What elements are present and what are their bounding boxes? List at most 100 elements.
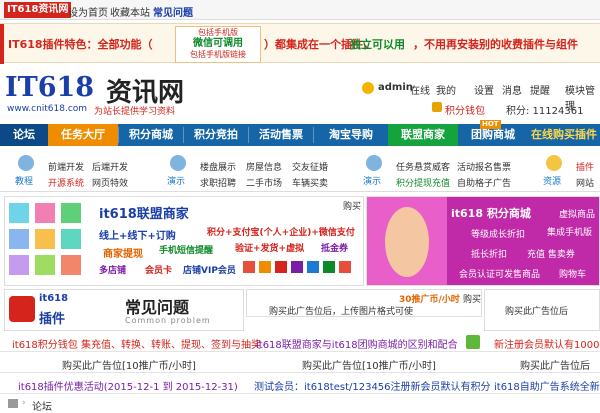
sub-property[interactable]: 楼盘展示 xyxy=(200,160,236,173)
sub-secondhand[interactable]: 二手市场 xyxy=(246,176,282,189)
sub-website[interactable]: 网站 xyxy=(576,176,594,189)
info-row-3: it618插件优惠活动(2015-12-1 到 2015-12-31) 测试会员… xyxy=(0,374,600,394)
ad-slot-1[interactable]: 30推广币/小时 购买 购买此广告位后，上传图片格式可使 xyxy=(246,289,482,317)
alliance-withdraw: 商家提现 xyxy=(103,249,143,260)
row3-col3[interactable]: it618自助广告系统全新 xyxy=(494,378,600,393)
tutorial-label[interactable]: 教程 xyxy=(15,174,33,187)
promo-wechat: 微信可调用 xyxy=(193,38,243,49)
breadcrumb-sep: › xyxy=(22,398,26,408)
faq-box[interactable]: it618 插件 常见问题 Common problem xyxy=(4,289,244,331)
sub-backend[interactable]: 后端开发 xyxy=(92,160,128,173)
nav-alliance[interactable]: 联盟商家 xyxy=(388,124,458,146)
points-display[interactable]: 积分: 11124361 xyxy=(506,102,583,117)
set-homepage-link[interactable]: 设为首页 xyxy=(68,4,108,19)
mall-item-virtual: 虚拟商品 xyxy=(559,210,596,220)
row2-col3[interactable]: 购买此广告位后 xyxy=(520,357,590,372)
nav-points-auction[interactable]: 积分竞拍 xyxy=(184,124,248,146)
my-menu[interactable]: 我的 xyxy=(436,82,456,97)
resource-label[interactable]: 资源 xyxy=(543,174,561,187)
points-mall-banner[interactable]: it618 积分商城 虚拟商品 等级成长折扣 集成手机版 抵长折扣 充值 售卖券… xyxy=(366,196,600,286)
faq-title: 常见问题 xyxy=(125,298,190,317)
ad-slot-2-text[interactable]: 购买此广告位后 xyxy=(505,304,568,317)
demo-label[interactable]: 演示 xyxy=(167,174,185,187)
site-url: www.cnit618.com xyxy=(7,104,88,114)
sub-frontend[interactable]: 前端开发 xyxy=(48,160,84,173)
info-row-2: 购买此广告位[10推广币/小时] 购买此广告位[10推广币/小时] 购买此广告位… xyxy=(0,353,600,373)
wallet-icon xyxy=(432,102,442,112)
demo2-label[interactable]: 演示 xyxy=(363,174,381,187)
user-avatar-icon xyxy=(362,82,374,94)
breadcrumb-forum[interactable]: 论坛 xyxy=(32,398,52,413)
sub-plugins[interactable]: 插件 xyxy=(576,160,594,173)
alliance-card: 会员卡 xyxy=(145,266,173,276)
promo-mobile-box: 包括手机版 微信可调用 包括手机版链接 xyxy=(175,26,261,63)
alliance-pay: 积分+支付宝(个人+企业)+微信支付 xyxy=(207,228,355,238)
sub-house[interactable]: 房屋信息 xyxy=(246,160,282,173)
site-header: IT618 资讯网 www.cnit618.com 为站长提供学习资料 admi… xyxy=(0,66,600,122)
resource-icon xyxy=(546,155,562,171)
nav-ticketing[interactable]: 活动售票 xyxy=(249,124,313,146)
alerts-menu[interactable]: 提醒 xyxy=(530,82,550,97)
sub-nav: 教程 前端开发 后端开发 开源系统 网页特效 演示 楼盘展示 房屋信息 交友征婚… xyxy=(0,150,600,192)
partner-icon xyxy=(466,335,480,349)
alliance-sms: 手机短信提醒 xyxy=(159,246,214,256)
logo-en[interactable]: IT618 xyxy=(5,72,94,103)
nav-taobao[interactable]: 淘宝导购 xyxy=(314,124,388,146)
wallet-link[interactable]: 积分钱包 xyxy=(445,102,485,117)
alliance-verify: 验证+发货+虚拟 xyxy=(235,244,305,254)
info-row-1: it618积分钱包 集充值、转换、转账、提现、签到与抽奖 it618联盟商家与i… xyxy=(0,332,600,352)
question-mark-icon xyxy=(9,296,35,322)
alliance-multishop: 多店铺 xyxy=(99,266,127,276)
demo2-icon xyxy=(366,155,382,171)
alliance-online: 线上+线下+订购 xyxy=(99,231,176,242)
nav-buy-plugin[interactable]: 在线购买插件 xyxy=(528,124,600,146)
sub-bounty[interactable]: 任务悬赏威客 xyxy=(396,160,450,173)
demo-icon xyxy=(170,155,186,171)
bookmark-link[interactable]: 收藏本站 xyxy=(110,4,150,19)
sub-effects[interactable]: 网页特效 xyxy=(92,176,128,189)
site-slogan: 为站长提供学习资料 xyxy=(94,107,176,117)
faq-logo: it618 xyxy=(39,293,69,304)
row3-col2[interactable]: 测试会员：it618test/123456注册新会员默认有积分 xyxy=(254,378,491,393)
ad-buy[interactable]: 购买 xyxy=(463,292,481,305)
username[interactable]: admin xyxy=(378,82,413,93)
main-nav: 论坛 任务大厅 积分商城 积分竞拍 活动售票 淘宝导购 联盟商家 团购商城 HO… xyxy=(0,120,600,146)
alliance-buy[interactable]: 购买 xyxy=(343,199,361,212)
breadcrumb: › 论坛 xyxy=(0,396,600,413)
sub-cars[interactable]: 车辆买卖 xyxy=(292,176,328,189)
top-logo[interactable]: IT618资讯网 xyxy=(4,2,72,18)
promo-box-bottom: 包括手机版链接 xyxy=(190,50,246,59)
row1-col1[interactable]: it618积分钱包 集充值、转换、转账、提现、签到与抽奖 xyxy=(12,336,261,351)
promo-accent xyxy=(0,24,4,64)
alliance-title: it618联盟商家 xyxy=(99,207,189,222)
sub-dating[interactable]: 交友征婚 xyxy=(292,160,328,173)
sub-opensource[interactable]: 开源系统 xyxy=(48,176,84,189)
ad-slot-2[interactable]: 购买此广告位后 xyxy=(484,289,600,331)
mall-item-grade: 等级成长折扣 xyxy=(471,230,526,240)
row1-col3[interactable]: 新注册会员默认有1000抵 xyxy=(494,336,600,351)
row2-col1[interactable]: 购买此广告位[10推广币/小时] xyxy=(62,357,196,372)
online-status: 在线 xyxy=(410,86,430,97)
row3-col1[interactable]: it618插件优惠活动(2015-12-1 到 2015-12-31) xyxy=(18,378,238,393)
nav-points-mall[interactable]: 积分商城 xyxy=(119,124,183,146)
sub-jobs[interactable]: 求职招聘 xyxy=(200,176,236,189)
messages-link[interactable]: 消息 xyxy=(502,82,522,97)
mall-face xyxy=(385,207,429,277)
faq-link[interactable]: 常见问题 xyxy=(153,4,193,19)
faq-logo2: 插件 xyxy=(39,312,66,327)
alliance-vip: 店铺VIP会员 xyxy=(183,266,236,276)
tutorial-icon xyxy=(18,155,34,171)
mall-item-recharge: 充值 售卖券 xyxy=(527,250,575,260)
sub-grid-ad[interactable]: 自助格子广告 xyxy=(457,176,511,189)
sub-event[interactable]: 活动报名售票 xyxy=(457,160,511,173)
promo-banner[interactable]: IT618插件特色：全部功能（ 包括手机版 微信可调用 包括手机版链接 ）都集成… xyxy=(0,23,600,64)
settings-link[interactable]: 设置 xyxy=(474,82,494,97)
nav-forum[interactable]: 论坛 xyxy=(0,124,48,146)
nav-task-hall[interactable]: 任务大厅 xyxy=(48,124,118,146)
alliance-banner[interactable]: it618联盟商家 购买 线上+线下+订购 积分+支付宝(个人+企业)+微信支付… xyxy=(4,196,364,286)
ad-slot-1-text[interactable]: 购买此广告位后，上传图片格式可使 xyxy=(269,304,413,317)
sub-withdraw[interactable]: 积分提现充值 xyxy=(396,176,450,189)
row1-col2[interactable]: it618联盟商家与it618团购商城的区别和配合 xyxy=(256,336,458,351)
home-icon[interactable] xyxy=(8,399,18,408)
row2-col2[interactable]: 购买此广告位[10推广币/小时] xyxy=(302,357,436,372)
